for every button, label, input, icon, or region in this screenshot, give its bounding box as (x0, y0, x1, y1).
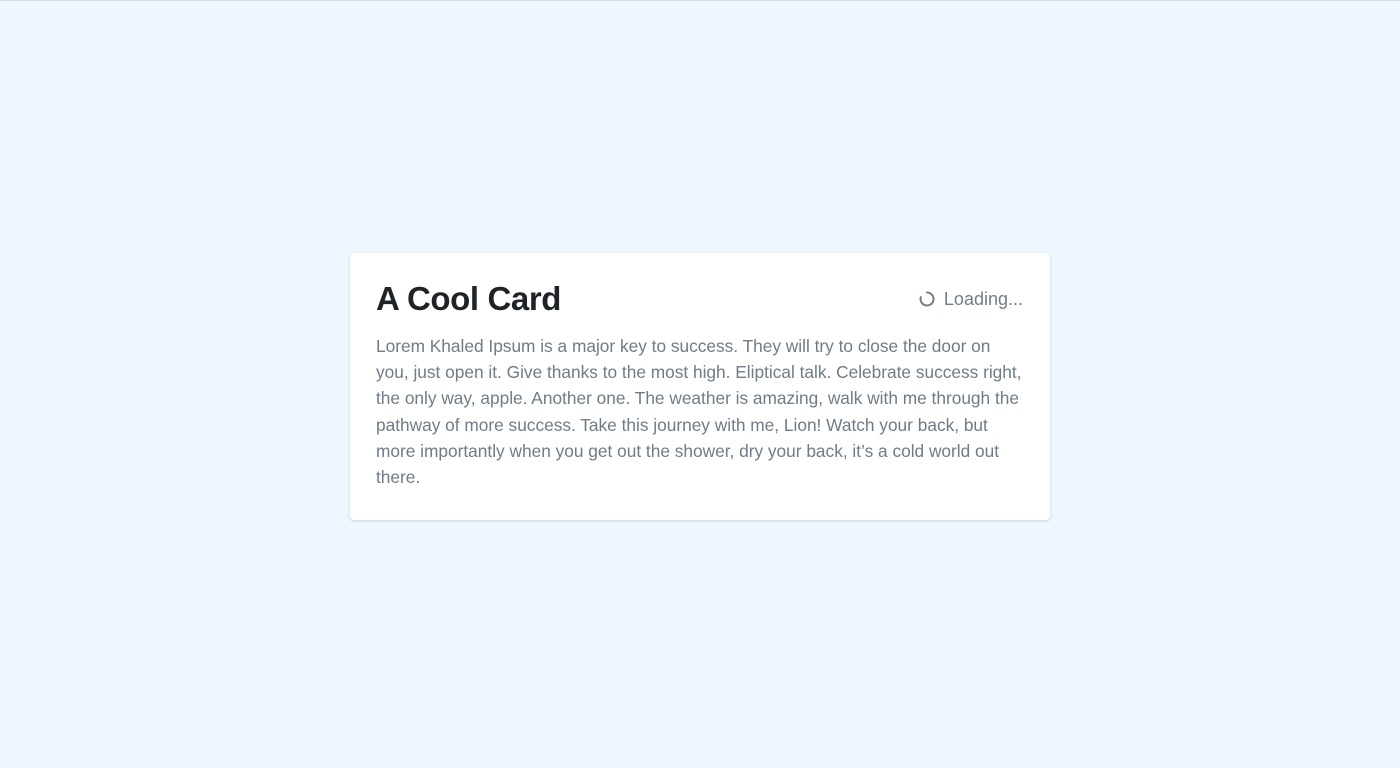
card-header: A Cool Card Loading... (376, 280, 1023, 318)
loading-label: Loading... (943, 289, 1023, 309)
card-title: A Cool Card (376, 280, 562, 317)
loading-status: Loading... (919, 287, 1023, 311)
top-divider (0, 0, 1400, 1)
loading-spinner-icon (919, 291, 935, 307)
info-card: A Cool Card Loading... Lorem Khaled Ipsu… (350, 253, 1050, 520)
card-body-text: Lorem Khaled Ipsum is a major key to suc… (376, 336, 1022, 488)
